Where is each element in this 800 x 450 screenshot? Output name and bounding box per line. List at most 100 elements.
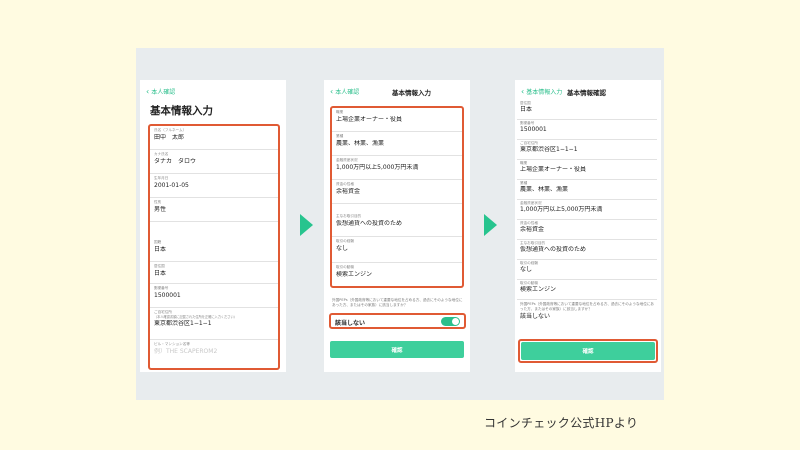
field-hint: （本人確認書類に記載された住所を正確に入力ください）: [154, 315, 237, 319]
nav-title: 基本情報確認: [567, 89, 606, 97]
postal-code-field[interactable]: 郵便番号 1500001: [150, 284, 278, 308]
field-value: 農業、林業、漁業: [336, 140, 385, 147]
trading-motive-field[interactable]: 取引の動機 検索エンジン: [332, 263, 462, 286]
nav-bar: ‹ 本人確認 基本情報入力: [324, 80, 470, 100]
chevron-left-icon: ‹: [330, 86, 334, 96]
list-item: ご自宅住所 東京都渋谷区1−1−1: [517, 140, 657, 160]
trading-purpose-field[interactable]: 主なお取引目的 仮想通貨への投資のため: [332, 204, 462, 237]
field-value: 検索エンジン: [520, 286, 557, 293]
field-label: 生年月日: [154, 176, 169, 180]
field-value: 東京都渋谷区1−1−1: [520, 146, 578, 153]
field-label: 居住国: [154, 264, 165, 268]
highlighted-form: 職業 上場企業オーナー・役員 業種 農業、林業、漁業 金融資産状況 1,000万…: [330, 106, 464, 288]
phone-screen-basic-info-input: ‹ 本人確認 基本情報入力 氏名（フルネーム） 田中 太郎 カナ氏名 タナカ タ…: [140, 80, 286, 372]
back-button[interactable]: ‹ 本人確認: [330, 87, 359, 96]
field-value: 1500001: [520, 126, 547, 133]
nationality-field[interactable]: 国籍 日本: [150, 222, 278, 262]
back-label: 本人確認: [335, 89, 360, 96]
highlighted-form: 氏名（フルネーム） 田中 太郎 カナ氏名 タナカ タロウ 生年月日 2001-0…: [148, 124, 280, 370]
field-label: 性別: [154, 200, 162, 204]
field-value: 余裕資金: [520, 226, 545, 233]
field-value: 男性: [154, 206, 167, 213]
field-value: なし: [520, 266, 533, 273]
chevron-left-icon: ‹: [146, 86, 150, 96]
field-value: タナカ タロウ: [154, 158, 197, 165]
list-item: 主なお取引目的 仮想通貨への投資のため: [517, 240, 657, 260]
field-value: 農業、林業、漁業: [520, 186, 569, 193]
field-placeholder: 例）THE SCAPEROM2: [154, 348, 218, 355]
list-item: 資金の性格 余裕資金: [517, 220, 657, 240]
list-item: 職業 上場企業オーナー・役員: [517, 160, 657, 180]
nav-title: 基本情報入力: [392, 89, 431, 97]
back-label: 本人確認: [151, 89, 176, 96]
arrow-right-icon: [484, 214, 497, 236]
field-label: 国籍: [154, 240, 162, 244]
gender-field[interactable]: 性別 男性: [150, 198, 278, 222]
pep-value: 該当しない: [520, 313, 551, 320]
field-value: 余裕資金: [336, 188, 361, 195]
financial-assets-field[interactable]: 金融資産状況 1,000万円以上5,000万円未満: [332, 156, 462, 180]
building-name-field[interactable]: ビル・マンション名等 例）THE SCAPEROM2: [150, 340, 278, 362]
field-label: 金融資産状況: [336, 158, 358, 162]
confirm-button[interactable]: 確認: [330, 341, 464, 358]
pep-toggle-row: 該当しない: [329, 313, 466, 329]
list-item: 業種 農業、林業、漁業: [517, 180, 657, 200]
pep-label: 該当しない: [335, 320, 366, 327]
back-button[interactable]: ‹ 本人確認: [146, 87, 175, 96]
field-value: 1,000万円以上5,000万円未満: [336, 164, 419, 171]
arrow-right-icon: [300, 214, 313, 236]
nav-bar: ‹ 基本情報入力 基本情報確認: [515, 80, 661, 100]
nav-bar: ‹ 本人確認: [140, 80, 286, 100]
field-label: 主なお取引目的: [336, 214, 362, 218]
field-label: 取引の経験: [336, 239, 354, 243]
field-label: 氏名（フルネーム）: [154, 128, 187, 132]
field-label: 資金の性格: [336, 182, 354, 186]
field-value: 東京都渋谷区1−1−1: [154, 320, 212, 327]
field-value: 1500001: [154, 292, 181, 299]
residence-country-field[interactable]: 居住国 日本: [150, 262, 278, 284]
kana-name-field[interactable]: カナ氏名 タナカ タロウ: [150, 150, 278, 174]
full-name-field[interactable]: 氏名（フルネーム） 田中 太郎: [150, 126, 278, 150]
trading-experience-field[interactable]: 取引の経験 なし: [332, 237, 462, 263]
industry-field[interactable]: 業種 農業、林業、漁業: [332, 132, 462, 156]
list-item: 居住国 日本: [517, 100, 657, 120]
source-caption: コインチェック公式HPより: [484, 416, 639, 430]
toggle-knob: [452, 318, 459, 325]
field-label: 業種: [336, 134, 344, 138]
screenshot-panel: ‹ 本人確認 基本情報入力 氏名（フルネーム） 田中 太郎 カナ氏名 タナカ タ…: [136, 48, 664, 400]
phone-screen-basic-info-confirm: ‹ 基本情報入力 基本情報確認 居住国 日本 郵便番号 1500001 ご自宅住…: [515, 80, 661, 372]
field-label: カナ氏名: [154, 152, 169, 156]
field-label: 職業: [336, 110, 344, 114]
field-value: 日本: [520, 106, 533, 113]
chevron-left-icon: ‹: [521, 86, 525, 96]
field-value: 仮想通貨への投資のため: [520, 246, 587, 253]
field-label: ビル・マンション名等: [154, 342, 190, 346]
confirmation-list: 居住国 日本 郵便番号 1500001 ご自宅住所 東京都渋谷区1−1−1 職業…: [517, 100, 657, 322]
list-item: 金融資産状況 1,000万円以上5,000万円未満: [517, 200, 657, 220]
field-value: 上場企業オーナー・役員: [520, 166, 587, 173]
field-value: 仮想通貨への投資のため: [336, 220, 403, 227]
page-title: 基本情報入力: [150, 105, 213, 117]
field-value: なし: [336, 245, 349, 252]
pep-note: 外国PEPs（外国政府等において重要な地位を占める方、過去にそのような地位にあっ…: [332, 298, 463, 307]
field-value: 検索エンジン: [336, 271, 373, 278]
back-label: 基本情報入力: [526, 89, 563, 96]
list-item: 郵便番号 1500001: [517, 120, 657, 140]
confirm-button[interactable]: 確認: [521, 342, 655, 360]
field-label: 郵便番号: [154, 286, 169, 290]
pep-toggle-switch[interactable]: [441, 317, 460, 326]
occupation-field[interactable]: 職業 上場企業オーナー・役員: [332, 108, 462, 132]
field-value: 日本: [154, 246, 167, 253]
list-item: 取引の動機 検索エンジン: [517, 280, 657, 300]
pep-note: 外国PEPs（外国政府等において重要な地位を占める方、過去にそのような地位にあっ…: [520, 302, 655, 311]
field-value: 田中 太郎: [154, 134, 185, 141]
field-value: 1,000万円以上5,000万円未満: [520, 206, 603, 213]
list-item: 取引の経験 なし: [517, 260, 657, 280]
field-label: 取引の動機: [336, 265, 354, 269]
birthdate-field[interactable]: 生年月日 2001-01-05: [150, 174, 278, 198]
fund-nature-field[interactable]: 資金の性格 余裕資金: [332, 180, 462, 204]
phone-screen-basic-info-input-2: ‹ 本人確認 基本情報入力 職業 上場企業オーナー・役員 業種 農業、林業、漁業…: [324, 80, 470, 372]
home-address-field[interactable]: ご自宅住所 （本人確認書類に記載された住所を正確に入力ください） 東京都渋谷区1…: [150, 308, 278, 340]
back-button[interactable]: ‹ 基本情報入力: [521, 87, 562, 96]
field-value: 上場企業オーナー・役員: [336, 116, 403, 123]
